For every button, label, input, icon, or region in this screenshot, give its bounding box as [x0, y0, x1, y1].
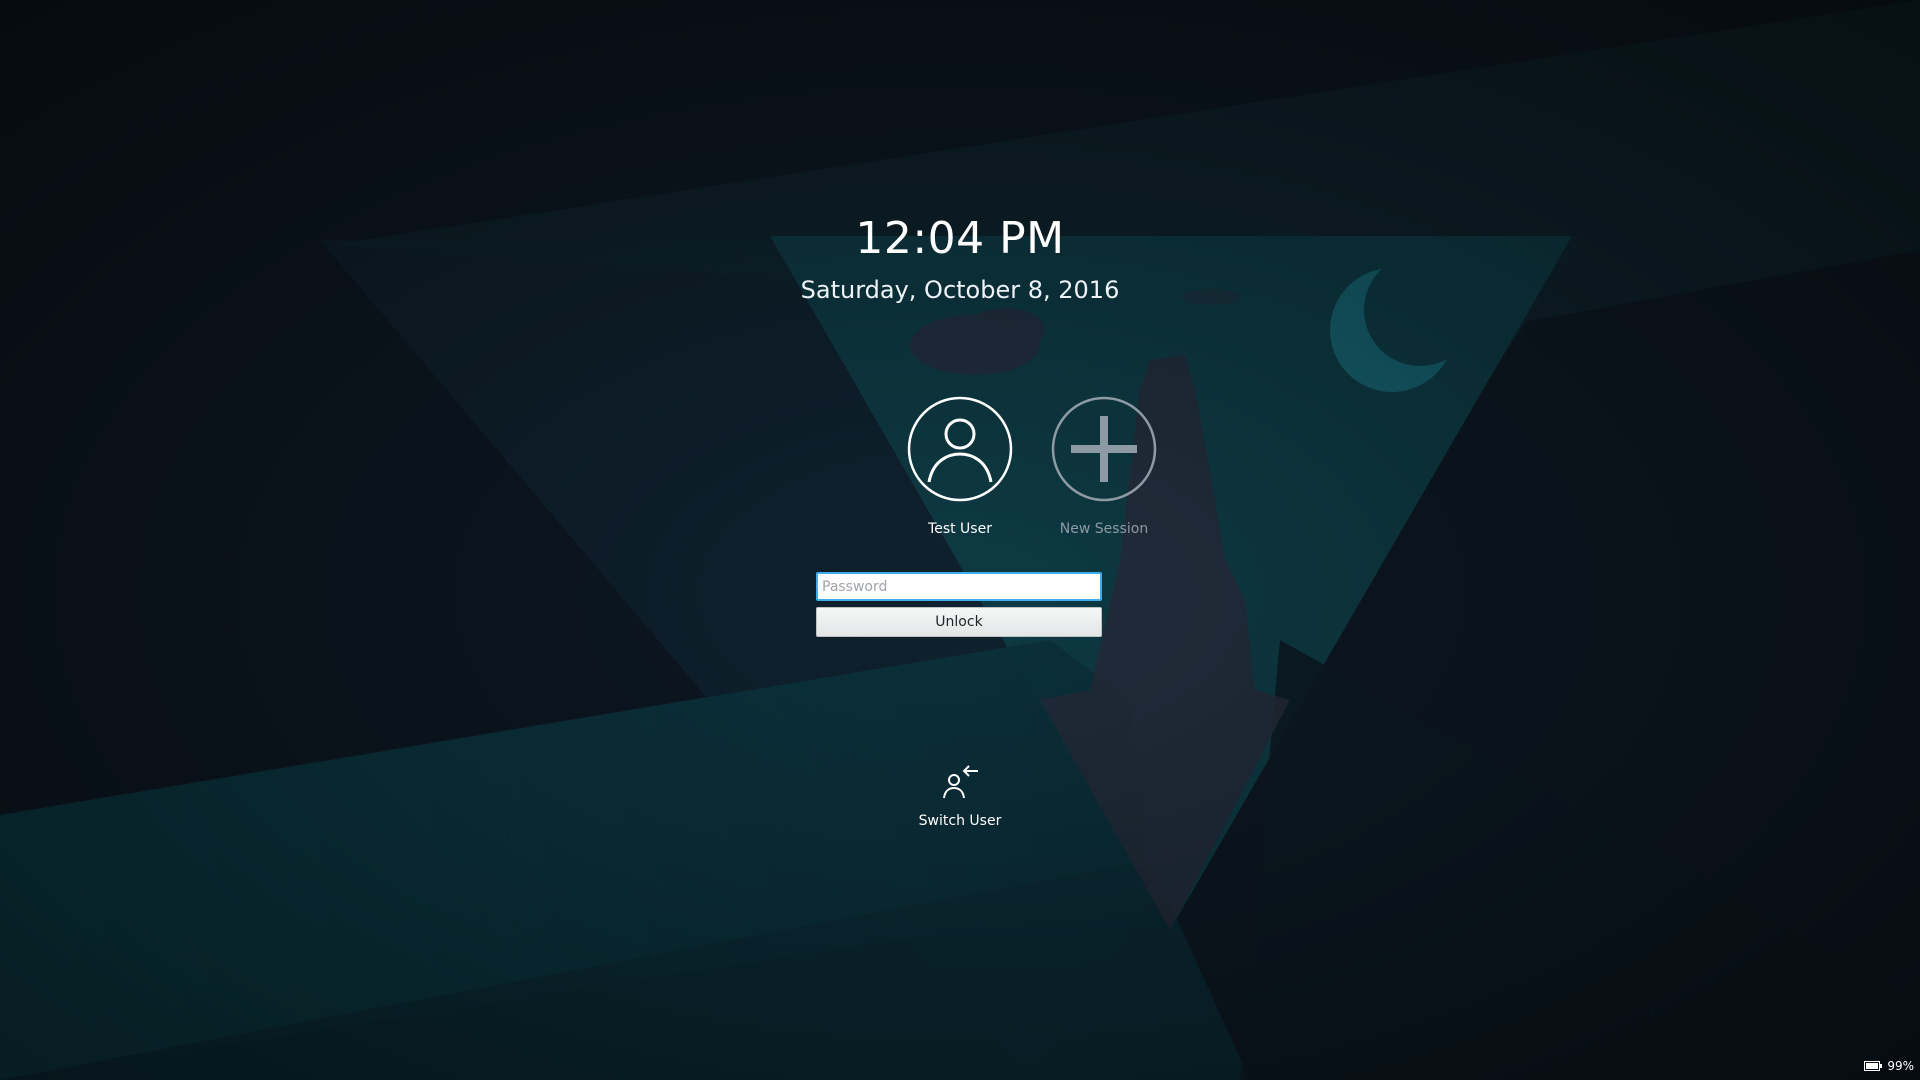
lock-screen: 12:04 PM Saturday, October 8, 2016 Test …	[0, 0, 1920, 1080]
user-tile-test-user[interactable]: Test User	[880, 396, 1040, 538]
user-name-label: Test User	[928, 521, 992, 537]
password-input[interactable]	[816, 572, 1102, 601]
new-session-label: New Session	[1059, 521, 1149, 537]
switch-user-button[interactable]: Switch User	[900, 762, 1020, 830]
clock-date: Saturday, October 8, 2016	[800, 276, 1120, 304]
switch-user-icon	[943, 765, 978, 799]
switch-user-label: Switch User	[918, 813, 1002, 829]
battery-indicator[interactable]: 99%	[1864, 1058, 1914, 1074]
battery-icon	[1864, 1061, 1883, 1071]
plus-icon	[1051, 396, 1157, 502]
user-tile-new-session[interactable]: New Session	[1024, 396, 1184, 538]
clock-time: 12:04 PM	[855, 213, 1065, 264]
unlock-button[interactable]: Unlock	[816, 607, 1102, 637]
user-icon	[907, 396, 1013, 502]
wallpaper-background	[0, 0, 1920, 1080]
battery-percent: 99%	[1887, 1059, 1914, 1073]
